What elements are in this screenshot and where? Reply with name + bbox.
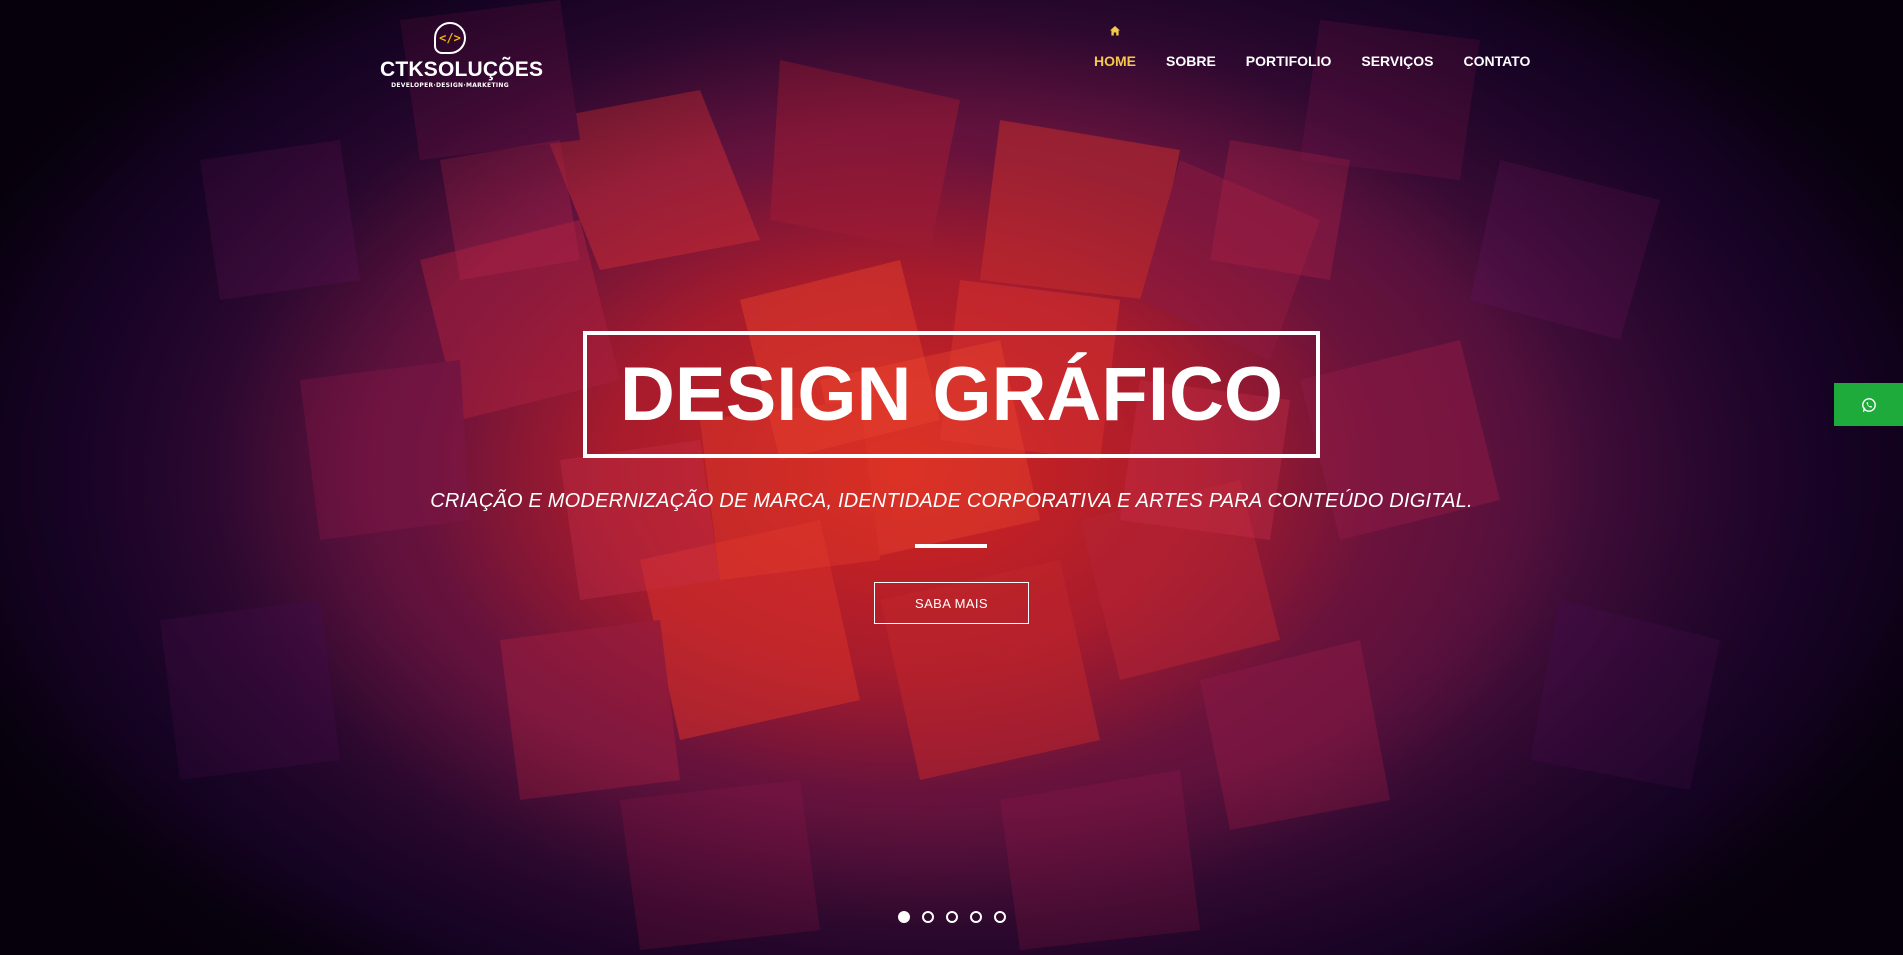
hero-title: DESIGN GRÁFICO: [620, 351, 1283, 437]
brand-tagline: DEVELOPER·DESIGN·MARKETING: [391, 82, 509, 89]
slider-pagination: [898, 911, 1006, 923]
whatsapp-icon: [1861, 397, 1876, 412]
nav-item-portifolio[interactable]: PORTIFOLIO: [1231, 53, 1347, 69]
slider-dot-4[interactable]: [970, 911, 982, 923]
nav-item-home[interactable]: HOME: [1094, 53, 1151, 69]
brand-logo[interactable]: </> CTKSOLUÇÕES DEVELOPER·DESIGN·MARKETI…: [380, 22, 544, 94]
saba-mais-button[interactable]: SABA MAIS: [874, 582, 1029, 624]
hero-title-box: DESIGN GRÁFICO: [583, 331, 1320, 458]
nav-item-contato[interactable]: CONTATO: [1448, 53, 1545, 69]
hero-divider: [915, 544, 987, 548]
logo-symbol: </>: [439, 31, 461, 45]
hero-subtitle: CRIAÇÃO E MODERNIZAÇÃO DE MARCA, IDENTID…: [430, 490, 1473, 512]
main-nav: HOME SOBRE PORTIFOLIO SERVIÇOS CONTATO: [1094, 53, 1545, 69]
slider-dot-1[interactable]: [898, 911, 910, 923]
home-icon: [1109, 24, 1121, 36]
slider-dot-3[interactable]: [946, 911, 958, 923]
polygon-pattern: [160, 0, 1720, 950]
hero-background: [0, 0, 1903, 955]
code-badge-icon: </>: [434, 22, 466, 54]
brand-name: CTKSOLUÇÕES: [380, 58, 544, 81]
slider-dot-5[interactable]: [994, 911, 1006, 923]
nav-item-sobre[interactable]: SOBRE: [1151, 53, 1231, 69]
slider-dot-2[interactable]: [922, 911, 934, 923]
nav-item-servicos[interactable]: SERVIÇOS: [1346, 53, 1448, 69]
whatsapp-button[interactable]: [1834, 383, 1903, 426]
